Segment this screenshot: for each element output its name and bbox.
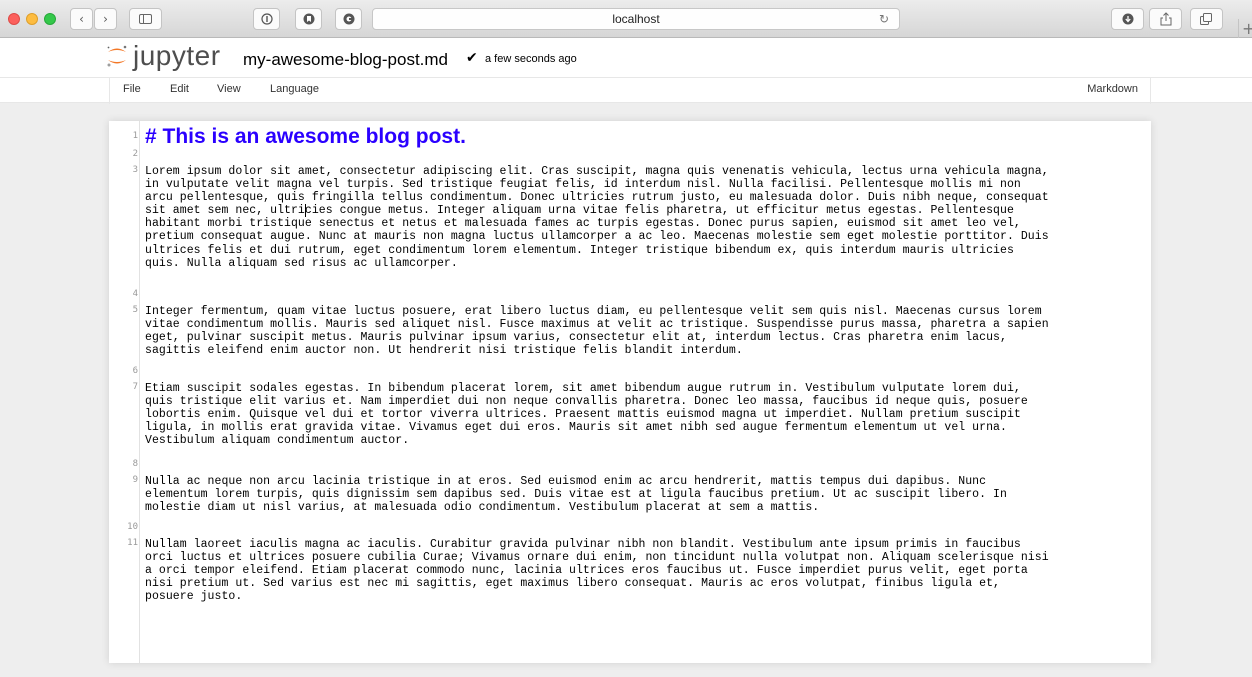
tabs-button[interactable] (1190, 8, 1223, 30)
line-number: 2 (132, 149, 138, 159)
info-button[interactable] (253, 8, 280, 30)
extension-button[interactable] (335, 8, 362, 30)
paragraph: Etiam suscipit sodales egestas. In biben… (145, 382, 1028, 448)
sidebar-button[interactable] (129, 8, 162, 30)
share-icon (1160, 12, 1171, 26)
paragraph: Nulla ac neque non arcu lacinia tristiqu… (145, 475, 1007, 515)
line-number-gutter: 1 2 3 4 5 6 7 8 9 10 11 (109, 121, 140, 663)
line-number: 1 (132, 131, 138, 141)
tabs-icon (1200, 13, 1212, 25)
line-number: 7 (132, 382, 138, 392)
zoom-window-button[interactable] (44, 13, 56, 25)
line-number: 3 (132, 165, 138, 175)
minimize-window-button[interactable] (26, 13, 38, 25)
paragraph: Lorem ipsum dolor sit amet, consectetur … (145, 165, 1049, 270)
paragraph: Nullam laoreet iaculis magna ac iaculis.… (145, 538, 1049, 604)
back-button[interactable]: ‹ (70, 8, 93, 30)
jupyter-logo-text: jupyter (133, 40, 221, 71)
checkmark-icon: ✔ (466, 50, 478, 66)
jupyter-header: jupyter my-awesome-blog-post.md ✔ a few … (0, 38, 1252, 77)
url-text: localhost (612, 12, 660, 26)
menu-file[interactable]: File (123, 83, 141, 95)
back-icon: ‹ (79, 12, 84, 26)
menu-view[interactable]: View (217, 83, 241, 95)
download-button[interactable] (1111, 8, 1144, 30)
line-number: 9 (132, 475, 138, 485)
sidebar-icon (139, 14, 152, 24)
info-icon (260, 13, 273, 25)
language-mode-indicator: Markdown (1087, 83, 1138, 95)
line-number: 11 (127, 538, 138, 548)
menu-edit[interactable]: Edit (170, 83, 189, 95)
markdown-heading: # This is an awesome blog post. (145, 125, 466, 148)
line-number: 6 (132, 366, 138, 376)
privacy-button[interactable] (295, 8, 322, 30)
forward-icon: › (103, 12, 108, 26)
line-number: 8 (132, 459, 138, 469)
address-bar[interactable]: localhost ↻ (372, 8, 900, 30)
line-number: 5 (132, 305, 138, 315)
text-cursor (305, 204, 306, 217)
close-window-button[interactable] (8, 13, 20, 25)
save-status: a few seconds ago (485, 53, 577, 65)
menu-bar: File Edit View Language Markdown (0, 77, 1252, 104)
forward-button[interactable]: › (94, 8, 117, 30)
download-icon (1122, 13, 1133, 25)
extension-icon (343, 13, 354, 25)
privacy-icon (303, 13, 314, 25)
jupyter-logo-icon (107, 45, 127, 67)
reload-icon[interactable]: ↻ (879, 12, 889, 26)
share-button[interactable] (1149, 8, 1182, 30)
browser-toolbar: ‹ › localhost ↻ + (0, 0, 1252, 38)
jupyter-logo[interactable]: jupyter (106, 40, 221, 72)
menu-bar-container: File Edit View Language Markdown (109, 77, 1151, 104)
text-editor[interactable]: 1 2 3 4 5 6 7 8 9 10 11 # This is an awe… (109, 121, 1151, 663)
new-tab-icon[interactable]: + (1238, 19, 1252, 38)
paragraph: Integer fermentum, quam vitae luctus pos… (145, 305, 1049, 358)
line-number: 10 (127, 522, 138, 532)
menu-language[interactable]: Language (270, 83, 319, 95)
line-number: 4 (132, 289, 138, 299)
notebook-filename[interactable]: my-awesome-blog-post.md (243, 50, 448, 70)
